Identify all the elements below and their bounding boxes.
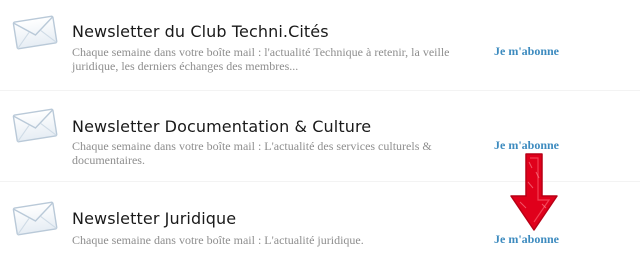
newsletter-description: Chaque semaine dans votre boîte mail : L…: [72, 139, 432, 167]
envelope-icon: [9, 104, 61, 146]
red-down-arrow-icon: [508, 152, 560, 232]
newsletter-title: Newsletter du Club Techni.Cités: [72, 22, 329, 41]
envelope-icon: [9, 11, 61, 53]
newsletter-description: Chaque semaine dans votre boîte mail : l…: [72, 45, 450, 73]
newsletter-item-club-technicites: Newsletter du Club Techni.Cités Chaque s…: [0, 0, 640, 91]
newsletter-title: Newsletter Documentation & Culture: [72, 117, 372, 136]
subscribe-link[interactable]: Je m'abonne: [494, 44, 559, 59]
subscribe-link[interactable]: Je m'abonne: [494, 232, 559, 247]
newsletter-description: Chaque semaine dans votre boîte mail : L…: [72, 233, 364, 247]
newsletter-title: Newsletter Juridique: [72, 209, 237, 228]
envelope-icon: [9, 197, 61, 239]
subscribe-link[interactable]: Je m'abonne: [494, 138, 559, 153]
